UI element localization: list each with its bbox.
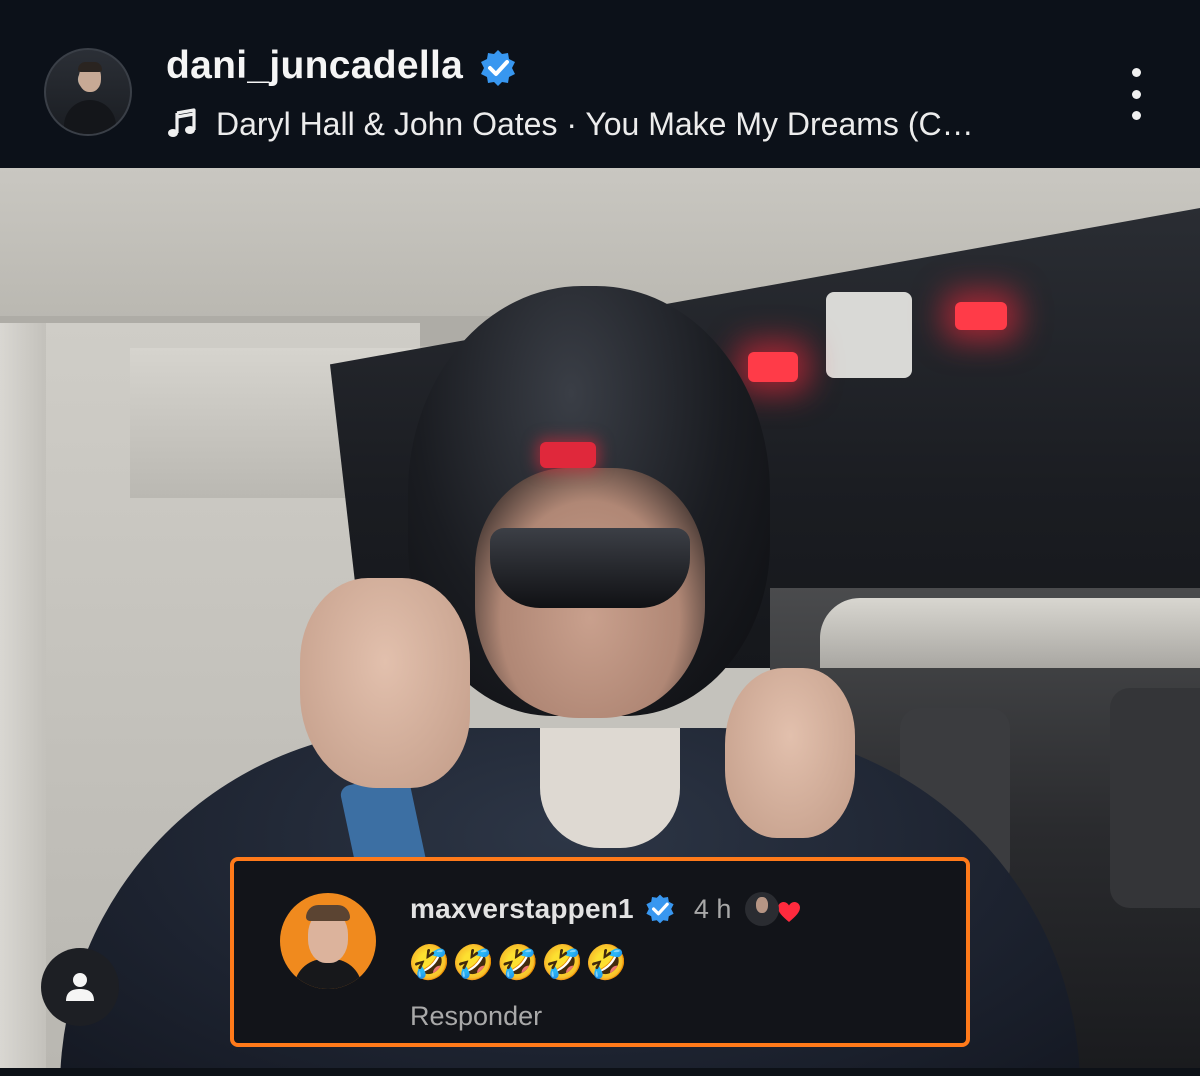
more-options-button[interactable] xyxy=(1120,68,1152,120)
verified-badge-icon xyxy=(481,50,515,86)
commenter-username[interactable]: maxverstappen1 xyxy=(410,893,634,925)
more-vertical-icon xyxy=(1131,68,1141,77)
music-note-icon xyxy=(168,108,196,137)
reel-header: dani_juncadella Daryl Hall & John Oates … xyxy=(0,0,1200,168)
heart-icon xyxy=(778,902,801,922)
commenter-avatar[interactable] xyxy=(280,893,376,989)
comment-timestamp: 4 h xyxy=(693,893,732,924)
comment-header: maxverstappen1 4 h xyxy=(410,889,801,929)
verified-badge-icon xyxy=(646,894,674,924)
creator-username[interactable]: dani_juncadella xyxy=(166,44,463,88)
creator-liked-avatar xyxy=(745,892,780,926)
comment-text: 🤣🤣🤣🤣🤣 xyxy=(408,943,630,983)
audio-track-row[interactable]: Daryl Hall & John Oates · You Make My Dr… xyxy=(166,104,974,144)
user-icon xyxy=(66,973,94,1001)
reply-button[interactable]: Responder xyxy=(410,1001,542,1032)
creator-avatar[interactable] xyxy=(44,48,132,136)
audio-track-title: Daryl Hall & John Oates · You Make My Dr… xyxy=(216,105,974,142)
highlighted-comment[interactable]: maxverstappen1 4 h 🤣🤣🤣🤣🤣 Responder xyxy=(230,857,970,1047)
profile-button[interactable] xyxy=(41,948,119,1026)
